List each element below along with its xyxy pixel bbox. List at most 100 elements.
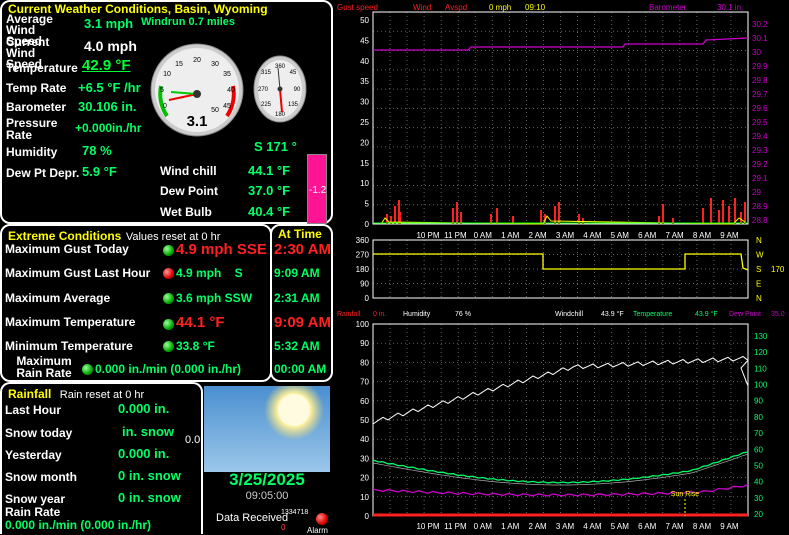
- x-tick-label: 8 AM: [693, 231, 712, 240]
- svg-text:225: 225: [261, 102, 272, 108]
- extreme-label-max-temp: Maximum Temperature: [5, 315, 136, 329]
- y-tick-label: 360: [356, 236, 370, 245]
- legend-label: 43.9 °F: [695, 310, 718, 318]
- wet-bulb-value: 40.4 °F: [248, 204, 291, 219]
- rain-label-yesterday: Yesterday: [5, 448, 62, 462]
- x-tick-label: 11 PM: [444, 231, 467, 240]
- legend-label: Rainfall: [337, 311, 361, 318]
- extreme-value-rain-rate: 0.000 in./min (0.000 in./hr): [95, 362, 242, 376]
- svg-text:135: 135: [288, 102, 299, 108]
- wind-speed-gauge: 0 5 10 15 20 30 35 40 45 50 3.1: [150, 43, 244, 137]
- y-tick-label: 40: [360, 57, 369, 66]
- rainfall-panel: Rainfall Rain reset at 0 hr Last Hour 0.…: [0, 382, 203, 534]
- temp-change-bar: -1.2: [307, 154, 327, 224]
- x-tick-label: 9 AM: [720, 522, 739, 531]
- time-min-temp: 5:32 AM: [274, 339, 320, 353]
- svg-text:360: 360: [275, 64, 286, 70]
- legend-label: 30.1 in.: [717, 3, 743, 12]
- dew-depression-value: 5.9 °F: [82, 164, 117, 179]
- sunrise-label: Sun Rise: [671, 491, 700, 498]
- y-tick-label: 80: [754, 413, 763, 422]
- x-tick-label: 5 AM: [611, 522, 630, 531]
- svg-text:90: 90: [294, 87, 301, 93]
- y-tick-label: 10: [360, 493, 369, 502]
- extreme-value-gust-hour: 4.9 mph S: [176, 266, 243, 280]
- rainfall-subtitle: Rain reset at 0 hr: [59, 389, 145, 401]
- status-led: [163, 245, 174, 256]
- humidity-value: 78 %: [82, 143, 112, 158]
- x-tick-label: 10 PM: [416, 231, 439, 240]
- y-tick-label: 50: [360, 416, 369, 425]
- svg-text:50: 50: [211, 107, 219, 114]
- y-tick-label: 0: [365, 512, 370, 521]
- time-gust-today: 2:30 AM: [274, 241, 331, 258]
- y-tick-label: 20: [360, 474, 369, 483]
- svg-text:10: 10: [163, 71, 171, 78]
- y-tick-label: W: [756, 251, 764, 260]
- wind-direction-compass: 360 45 90 135180225 270 315: [253, 55, 307, 123]
- wind-direction-chart: 360270180900NWSEN17010 PM 11 PM 0 AM 1 AM 2 …: [333, 230, 789, 310]
- y-tick-label: 30: [360, 98, 369, 107]
- y-tick-label: 70: [754, 429, 763, 438]
- y-tick-label: 20: [360, 138, 369, 147]
- y-tick-label: E: [756, 280, 761, 289]
- rain-value-snow-month: 0 in. snow: [118, 468, 181, 483]
- status-led: [163, 293, 174, 304]
- y-tick-label: 45: [360, 36, 369, 45]
- svg-text:180: 180: [275, 112, 286, 118]
- rain-value-yesterday: 0.000 in.: [118, 446, 170, 461]
- y-tick-label: 29.5: [752, 118, 768, 127]
- extreme-value-gust-today: 4.9 mph SSE: [176, 241, 267, 258]
- y-tick-label: 90: [360, 280, 369, 289]
- dew-depression-label: Dew Pt Depr.: [6, 166, 80, 180]
- extreme-title: Extreme Conditions: [8, 229, 122, 243]
- chart-bg: [333, 0, 789, 230]
- legend-label: 76 %: [455, 311, 471, 318]
- status-led: [82, 364, 93, 375]
- rain-value-last-hour: 0.000 in.: [118, 401, 170, 416]
- extreme-value-max-avg: 3.6 mph SSW: [176, 291, 253, 305]
- rain-value-snow-year: 0 in. snow: [118, 490, 181, 505]
- extreme-label-min-temp: Minimum Temperature: [5, 339, 133, 353]
- dew-point-label: Dew Point: [160, 184, 219, 198]
- svg-text:20: 20: [193, 57, 201, 64]
- y-tick-label: 0: [365, 220, 370, 229]
- y-tick-label: 28.9: [752, 202, 768, 211]
- data-received-label: Data Received: [216, 512, 289, 524]
- legend-label: 43.9 °F: [601, 310, 624, 318]
- rainfall-title: Rainfall: [8, 387, 52, 401]
- x-tick-label: 7 AM: [665, 522, 684, 531]
- time-gust-hour: 9:09 AM: [274, 266, 320, 280]
- status-led: [163, 319, 174, 330]
- y-tick-label: 29.7: [752, 90, 768, 99]
- y-tick-label: 120: [754, 348, 768, 357]
- y-tick-label: 110: [754, 364, 767, 373]
- y-tick-label: 90: [360, 339, 369, 348]
- y-tick-label: 20: [754, 510, 763, 519]
- direction-value: 170: [771, 265, 785, 274]
- y-tick-label: 100: [356, 320, 370, 329]
- legend-label: Gust speed: [337, 3, 378, 12]
- rain-value-snow-today: in. snow: [122, 424, 174, 439]
- y-tick-label: N: [756, 294, 762, 303]
- y-tick-label: 29: [752, 188, 761, 197]
- extreme-label-max-avg: Maximum Average: [5, 291, 111, 305]
- y-tick-label: 30.2: [752, 20, 768, 29]
- y-tick-label: 29.3: [752, 146, 768, 155]
- x-tick-label: 8 AM: [693, 522, 712, 531]
- time-max-temp: 9:09 AM: [274, 314, 331, 331]
- y-tick-label: 180: [356, 265, 370, 274]
- rain-label-rate: Rain Rate: [5, 505, 61, 519]
- rain-label-snow-month: Snow month: [5, 470, 77, 484]
- y-tick-label: 35: [360, 77, 369, 86]
- temp-rate-label: Temp Rate: [6, 81, 67, 95]
- temp-change-value: -1.2: [309, 185, 327, 196]
- x-tick-label: 1 AM: [501, 522, 520, 531]
- barometer-label: Barometer: [6, 100, 67, 114]
- alarm-led[interactable]: [316, 513, 328, 525]
- y-tick-label: 29.1: [752, 174, 768, 183]
- temperature-label: Temperature: [6, 61, 78, 75]
- legend-label: 0 in.: [373, 311, 386, 318]
- x-tick-label: 4 AM: [583, 231, 602, 240]
- y-tick-label: 29.2: [752, 160, 768, 169]
